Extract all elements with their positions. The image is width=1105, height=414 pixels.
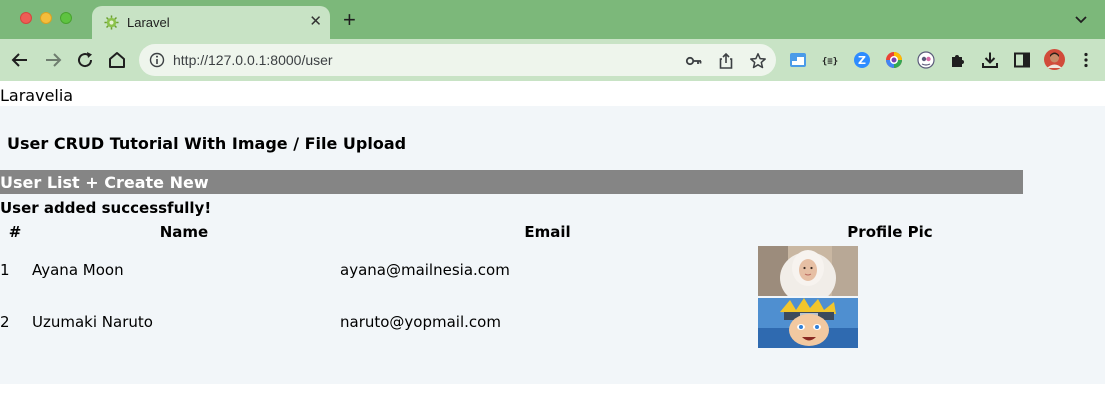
- bookmark-star-icon[interactable]: [749, 52, 767, 70]
- user-email: ayana@mailnesia.com: [340, 261, 510, 279]
- user-email: naruto@yopmail.com: [340, 313, 501, 331]
- table-row: 2 Uzumaki Naruto naruto@yopmail.com: [0, 296, 1023, 348]
- new-tab-button[interactable]: +: [343, 9, 356, 31]
- profile-pic-cell: [757, 296, 1023, 348]
- column-header-email: Email: [524, 223, 571, 241]
- share-icon[interactable]: [717, 52, 735, 70]
- profile-pic-image: [758, 297, 858, 348]
- column-header-name: Name: [159, 223, 209, 241]
- info-icon[interactable]: [149, 52, 165, 68]
- tab-close-icon[interactable]: ✕: [309, 13, 322, 31]
- extension-window-icon[interactable]: [789, 51, 807, 69]
- side-panel-icon[interactable]: [1013, 51, 1031, 69]
- maximize-window-button[interactable]: [60, 12, 72, 24]
- main-content: User CRUD Tutorial With Image / File Upl…: [0, 106, 1105, 384]
- download-icon[interactable]: [981, 51, 999, 69]
- profile-avatar[interactable]: [1044, 49, 1065, 70]
- profile-pic-image: [758, 245, 858, 296]
- svg-text:{≡}: {≡}: [822, 57, 838, 67]
- column-header-profile-pic: Profile Pic: [847, 223, 933, 241]
- column-header-number: #: [8, 223, 22, 241]
- row-number: 2: [0, 313, 10, 331]
- back-arrow-icon[interactable]: [9, 49, 31, 71]
- json-formatter-icon[interactable]: {≡}: [821, 51, 839, 69]
- user-list-nav-bar: User List + Create New: [0, 170, 1023, 194]
- profile-pic-cell: [757, 244, 1023, 296]
- forward-arrow-icon[interactable]: [42, 49, 64, 71]
- success-message: User added successfully!: [0, 199, 212, 217]
- user-table: # Name Email Profile Pic 1 Ayana Moon ay…: [0, 220, 1023, 348]
- user-name: Ayana Moon: [32, 261, 124, 279]
- page-title: User CRUD Tutorial With Image / File Upl…: [7, 134, 407, 153]
- url-text[interactable]: http://127.0.0.1:8000/user: [173, 52, 333, 68]
- table-header-row: # Name Email Profile Pic: [0, 220, 1023, 244]
- reload-icon[interactable]: [74, 49, 96, 71]
- tab-title: Laravel: [127, 15, 170, 30]
- svg-text:Z: Z: [858, 54, 866, 67]
- site-brand[interactable]: Laravelia: [0, 86, 73, 105]
- table-row: 1 Ayana Moon ayana@mailnesia.com: [0, 244, 1023, 296]
- puzzle-extensions-icon[interactable]: [949, 51, 967, 69]
- web-page: Laravelia User CRUD Tutorial With Image …: [0, 81, 1105, 414]
- close-window-button[interactable]: [20, 12, 32, 24]
- browser-toolbar: http://127.0.0.1:8000/user {≡} Z: [0, 39, 1105, 81]
- laravel-favicon-icon: [104, 15, 119, 30]
- minimize-window-button[interactable]: [40, 12, 52, 24]
- home-icon[interactable]: [106, 49, 128, 71]
- user-list-nav-label[interactable]: User List + Create New: [0, 173, 209, 192]
- key-icon[interactable]: [685, 52, 703, 70]
- browser-menu-kebab-icon[interactable]: [1077, 51, 1095, 69]
- user-name: Uzumaki Naruto: [32, 313, 153, 331]
- color-picker-icon[interactable]: [885, 51, 903, 69]
- bird-extension-icon[interactable]: [917, 51, 935, 69]
- row-number: 1: [0, 261, 10, 279]
- address-bar[interactable]: http://127.0.0.1:8000/user: [139, 44, 776, 76]
- browser-tab[interactable]: Laravel ✕: [92, 6, 330, 39]
- zoom-extension-icon[interactable]: Z: [853, 51, 871, 69]
- chevron-down-icon[interactable]: [1075, 13, 1087, 25]
- browser-tab-bar: Laravel ✕ +: [0, 0, 1105, 39]
